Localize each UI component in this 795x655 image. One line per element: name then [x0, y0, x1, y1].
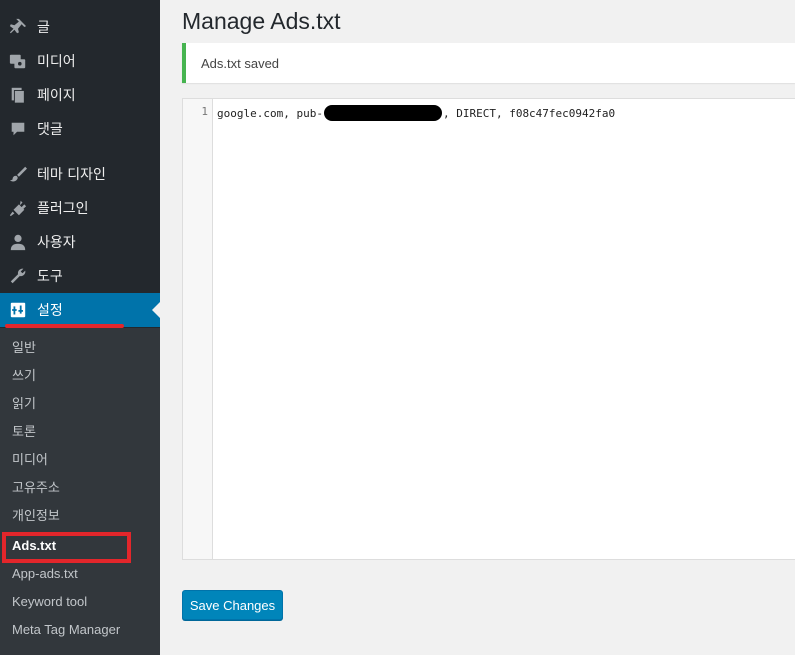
ads-txt-editor[interactable]: 1 google.com, pub- , DIRECT, f08c47fec094… [182, 98, 795, 560]
submenu-reading[interactable]: 읽기 [12, 395, 36, 415]
save-changes-button[interactable]: Save Changes [182, 590, 283, 620]
menu-label: 글 [37, 20, 50, 36]
plugin-icon [8, 198, 28, 218]
menu-label: 설정 [37, 303, 63, 319]
submenu-app-ads-txt[interactable]: App-ads.txt [12, 564, 78, 584]
menu-label: 미디어 [37, 54, 76, 70]
redacted-publisher-id [323, 105, 442, 121]
menu-item-plugins[interactable]: 플러그인 [0, 191, 160, 225]
pin-icon [8, 17, 28, 37]
menu-label: 사용자 [37, 235, 76, 251]
menu-label: 댓글 [37, 122, 63, 138]
menu-item-pages[interactable]: 페이지 [0, 78, 160, 112]
code-suffix: , DIRECT, f08c47fec0942fa0 [442, 107, 616, 120]
submenu-keyword-tool[interactable]: Keyword tool [12, 592, 87, 612]
submenu-permalinks[interactable]: 고유주소 [12, 479, 60, 499]
submenu-writing[interactable]: 쓰기 [12, 367, 36, 387]
success-notice: Ads.txt saved [182, 43, 795, 83]
notice-text: Ads.txt saved [201, 56, 280, 71]
submenu-privacy[interactable]: 개인정보 [12, 507, 60, 527]
comment-icon [8, 119, 28, 139]
menu-label: 플러그인 [37, 201, 89, 217]
code-prefix: google.com, pub- [217, 107, 323, 120]
brush-icon [8, 164, 28, 184]
code-line[interactable]: google.com, pub- , DIRECT, f08c47fec0942f… [217, 105, 615, 121]
line-gutter: 1 [183, 99, 213, 559]
user-icon [8, 232, 28, 252]
menu-label: 도구 [37, 269, 63, 285]
menu-item-settings[interactable]: 설정 [0, 293, 160, 327]
menu-item-users[interactable]: 사용자 [0, 225, 160, 259]
highlight-box [2, 532, 131, 563]
menu-item-media[interactable]: 미디어 [0, 44, 160, 78]
submenu-media[interactable]: 미디어 [12, 451, 48, 471]
media-icon [8, 51, 28, 71]
menu-label: 테마 디자인 [37, 167, 106, 183]
menu-item-tools[interactable]: 도구 [0, 259, 160, 293]
admin-sidebar: 글 미디어 페이지 댓글 테마 디자인 플러그인 사용자 도구 설정 일반 쓰기… [0, 0, 160, 655]
submenu-general[interactable]: 일반 [12, 339, 36, 359]
wrench-icon [8, 266, 28, 286]
active-arrow [152, 302, 160, 318]
submenu-discussion[interactable]: 토론 [12, 423, 36, 443]
menu-item-comments[interactable]: 댓글 [0, 112, 160, 146]
menu-label: 페이지 [37, 88, 76, 104]
line-number: 1 [201, 105, 208, 118]
menu-item-appearance[interactable]: 테마 디자인 [0, 157, 160, 191]
page-icon [8, 85, 28, 105]
submenu-meta-tag-manager[interactable]: Meta Tag Manager [12, 620, 120, 640]
page-title: Manage Ads.txt [182, 8, 341, 34]
settings-icon [8, 300, 28, 320]
menu-item-posts[interactable]: 글 [0, 10, 160, 44]
